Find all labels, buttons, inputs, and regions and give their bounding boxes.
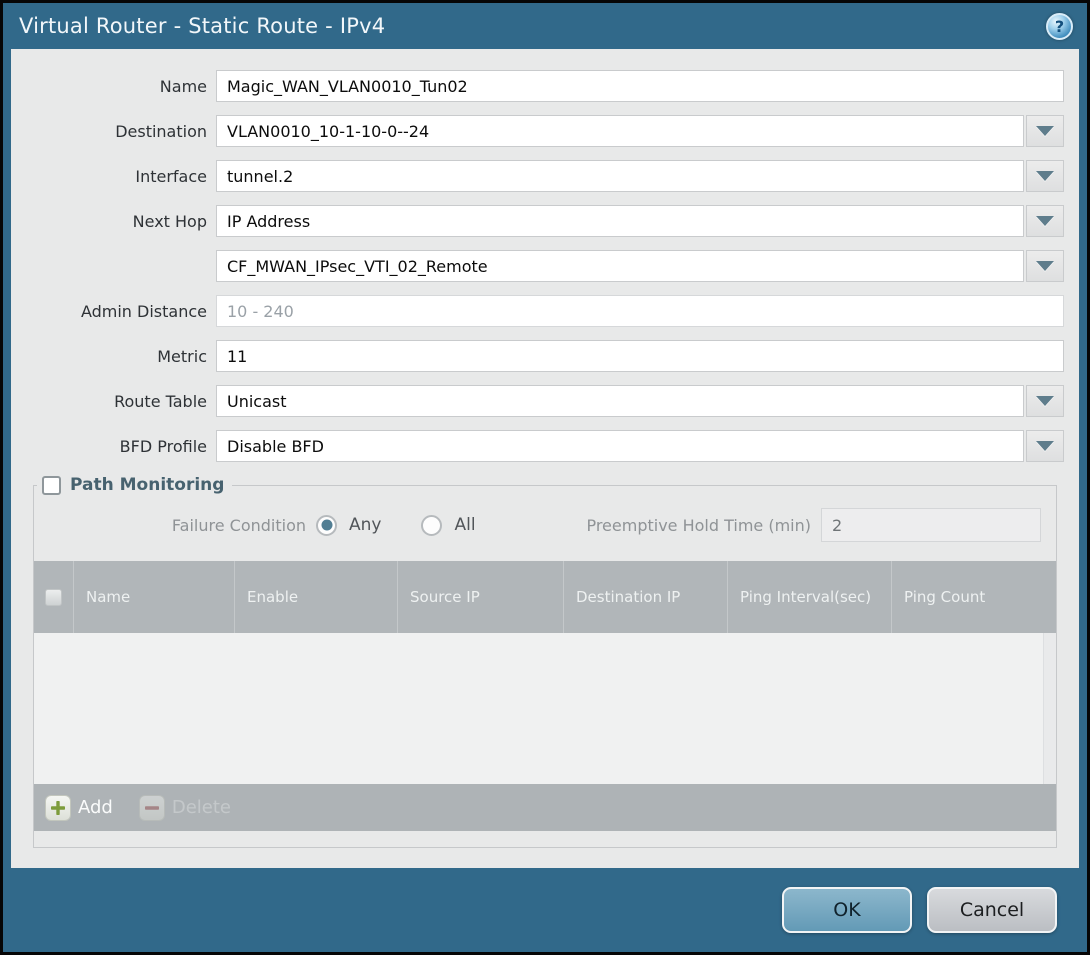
column-header-source-ip: Source IP [397,561,563,633]
failure-option-all: All [421,515,475,536]
form-row-next-hop-address [11,250,1079,282]
chevron-down-icon [1036,261,1054,271]
form-row-admin-distance: Admin Distance [11,295,1079,327]
dialog-titlebar: Virtual Router - Static Route - IPv4 ? [3,3,1087,49]
interface-dropdown-button[interactable] [1026,160,1064,192]
path-monitoring-table-header: Name Enable Source IP Destination IP Pin… [34,561,1056,633]
column-header-name: Name [73,561,234,633]
static-route-dialog: Virtual Router - Static Route - IPv4 ? N… [0,0,1090,955]
form-row-metric: Metric [11,340,1079,372]
form-row-destination: Destination [11,115,1079,147]
next-hop-type-input[interactable] [216,205,1024,237]
table-scrollbar-track[interactable] [1043,633,1056,784]
path-monitoring-legend: Path Monitoring [37,475,232,495]
name-label: Name [11,77,207,96]
path-monitoring-checkbox[interactable] [42,476,61,495]
bfd-profile-dropdown-button[interactable] [1026,430,1064,462]
path-monitoring-table: Name Enable Source IP Destination IP Pin… [34,561,1056,831]
metric-label: Metric [11,347,207,366]
route-table-dropdown-button[interactable] [1026,385,1064,417]
admin-distance-label: Admin Distance [11,302,207,321]
path-monitoring-table-body [34,633,1056,784]
next-hop-address-dropdown-button[interactable] [1026,250,1064,282]
chevron-down-icon [1036,441,1054,451]
column-header-ping-count: Ping Count [891,561,1056,633]
bfd-profile-input[interactable] [216,430,1024,462]
destination-dropdown-button[interactable] [1026,115,1064,147]
add-plus-icon [45,795,71,821]
radio-any[interactable] [316,515,337,536]
failure-condition-label: Failure Condition [34,516,306,535]
failure-option-any: Any [316,515,381,536]
form-row-bfd-profile: BFD Profile [11,430,1079,462]
metric-input[interactable] [216,340,1064,372]
chevron-down-icon [1036,126,1054,136]
next-hop-type-dropdown-button[interactable] [1026,205,1064,237]
radio-all-label[interactable]: All [454,515,475,535]
delete-minus-icon [139,795,165,821]
interface-label: Interface [11,167,207,186]
form-row-next-hop: Next Hop [11,205,1079,237]
select-all-checkbox[interactable] [45,589,62,606]
chevron-down-icon [1036,216,1054,226]
form-row-interface: Interface [11,160,1079,192]
next-hop-label: Next Hop [11,212,207,231]
help-icon[interactable]: ? [1046,13,1073,40]
chevron-down-icon [1036,396,1054,406]
admin-distance-input[interactable] [216,295,1064,327]
name-input[interactable] [216,70,1064,102]
dialog-content: Name Destination Interface Next Hop [11,49,1079,868]
radio-any-label[interactable]: Any [349,515,381,535]
path-monitoring-section: Path Monitoring Failure Condition Any Al… [33,475,1057,848]
delete-button[interactable]: Delete [139,795,231,821]
form-row-route-table: Route Table [11,385,1079,417]
destination-input[interactable] [216,115,1024,147]
destination-label: Destination [11,122,207,141]
cancel-button[interactable]: Cancel [927,887,1057,933]
add-button[interactable]: Add [45,795,113,821]
column-header-enable: Enable [234,561,397,633]
route-table-label: Route Table [11,392,207,411]
bfd-profile-label: BFD Profile [11,437,207,456]
path-monitoring-title: Path Monitoring [70,475,224,495]
preemptive-hold-time-input [821,508,1041,542]
ok-button[interactable]: OK [782,887,912,933]
dialog-footer: OK Cancel [3,868,1087,952]
column-header-ping-interval: Ping Interval(sec) [727,561,891,633]
form-row-name: Name [11,70,1079,102]
failure-condition-row: Failure Condition Any All Preemptive Hol… [34,508,1041,542]
interface-input[interactable] [216,160,1024,192]
column-header-destination-ip: Destination IP [563,561,727,633]
radio-all[interactable] [421,515,442,536]
next-hop-address-input[interactable] [216,250,1024,282]
route-table-input[interactable] [216,385,1024,417]
dialog-title: Virtual Router - Static Route - IPv4 [19,14,1046,38]
chevron-down-icon [1036,171,1054,181]
path-monitoring-table-toolbar: Add Delete [34,784,1056,831]
preemptive-hold-time-label: Preemptive Hold Time (min) [586,516,811,535]
